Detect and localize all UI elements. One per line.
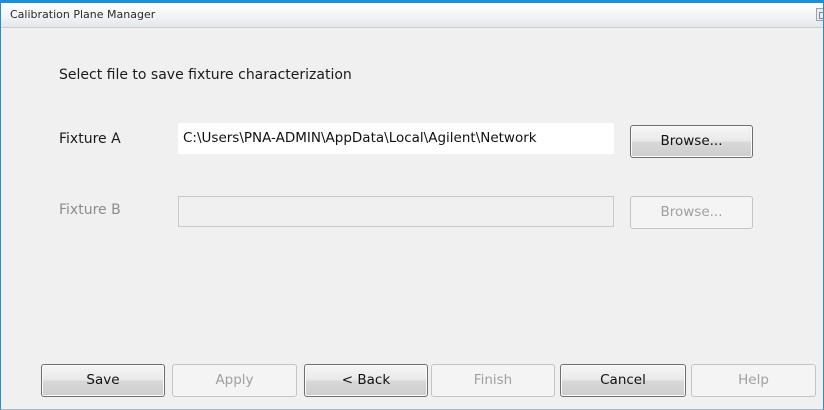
finish-button[interactable]: Finish bbox=[431, 364, 555, 397]
help-button[interactable]: Help bbox=[691, 364, 816, 397]
apply-button[interactable]: Apply bbox=[172, 364, 297, 397]
cancel-button[interactable]: Cancel bbox=[560, 364, 686, 397]
fixture-a-browse-button[interactable]: Browse... bbox=[630, 125, 753, 158]
calibration-plane-manager-window: Calibration Plane Manager Select file to… bbox=[0, 0, 824, 410]
restore-icon[interactable] bbox=[816, 8, 824, 21]
window-title: Calibration Plane Manager bbox=[10, 8, 156, 21]
save-button[interactable]: Save bbox=[41, 364, 165, 397]
fixture-b-browse-button[interactable]: Browse... bbox=[630, 196, 753, 229]
title-bar[interactable]: Calibration Plane Manager bbox=[1, 3, 824, 28]
back-button[interactable]: < Back bbox=[304, 364, 428, 397]
fixture-b-label: Fixture B bbox=[59, 202, 121, 218]
fixture-b-path-field[interactable] bbox=[178, 196, 614, 227]
fixture-a-label: Fixture A bbox=[59, 131, 121, 147]
fixture-a-path-field[interactable]: C:\Users\PNA-ADMIN\AppData\Local\Agilent… bbox=[178, 123, 614, 154]
instruction-text: Select file to save fixture characteriza… bbox=[59, 67, 352, 83]
